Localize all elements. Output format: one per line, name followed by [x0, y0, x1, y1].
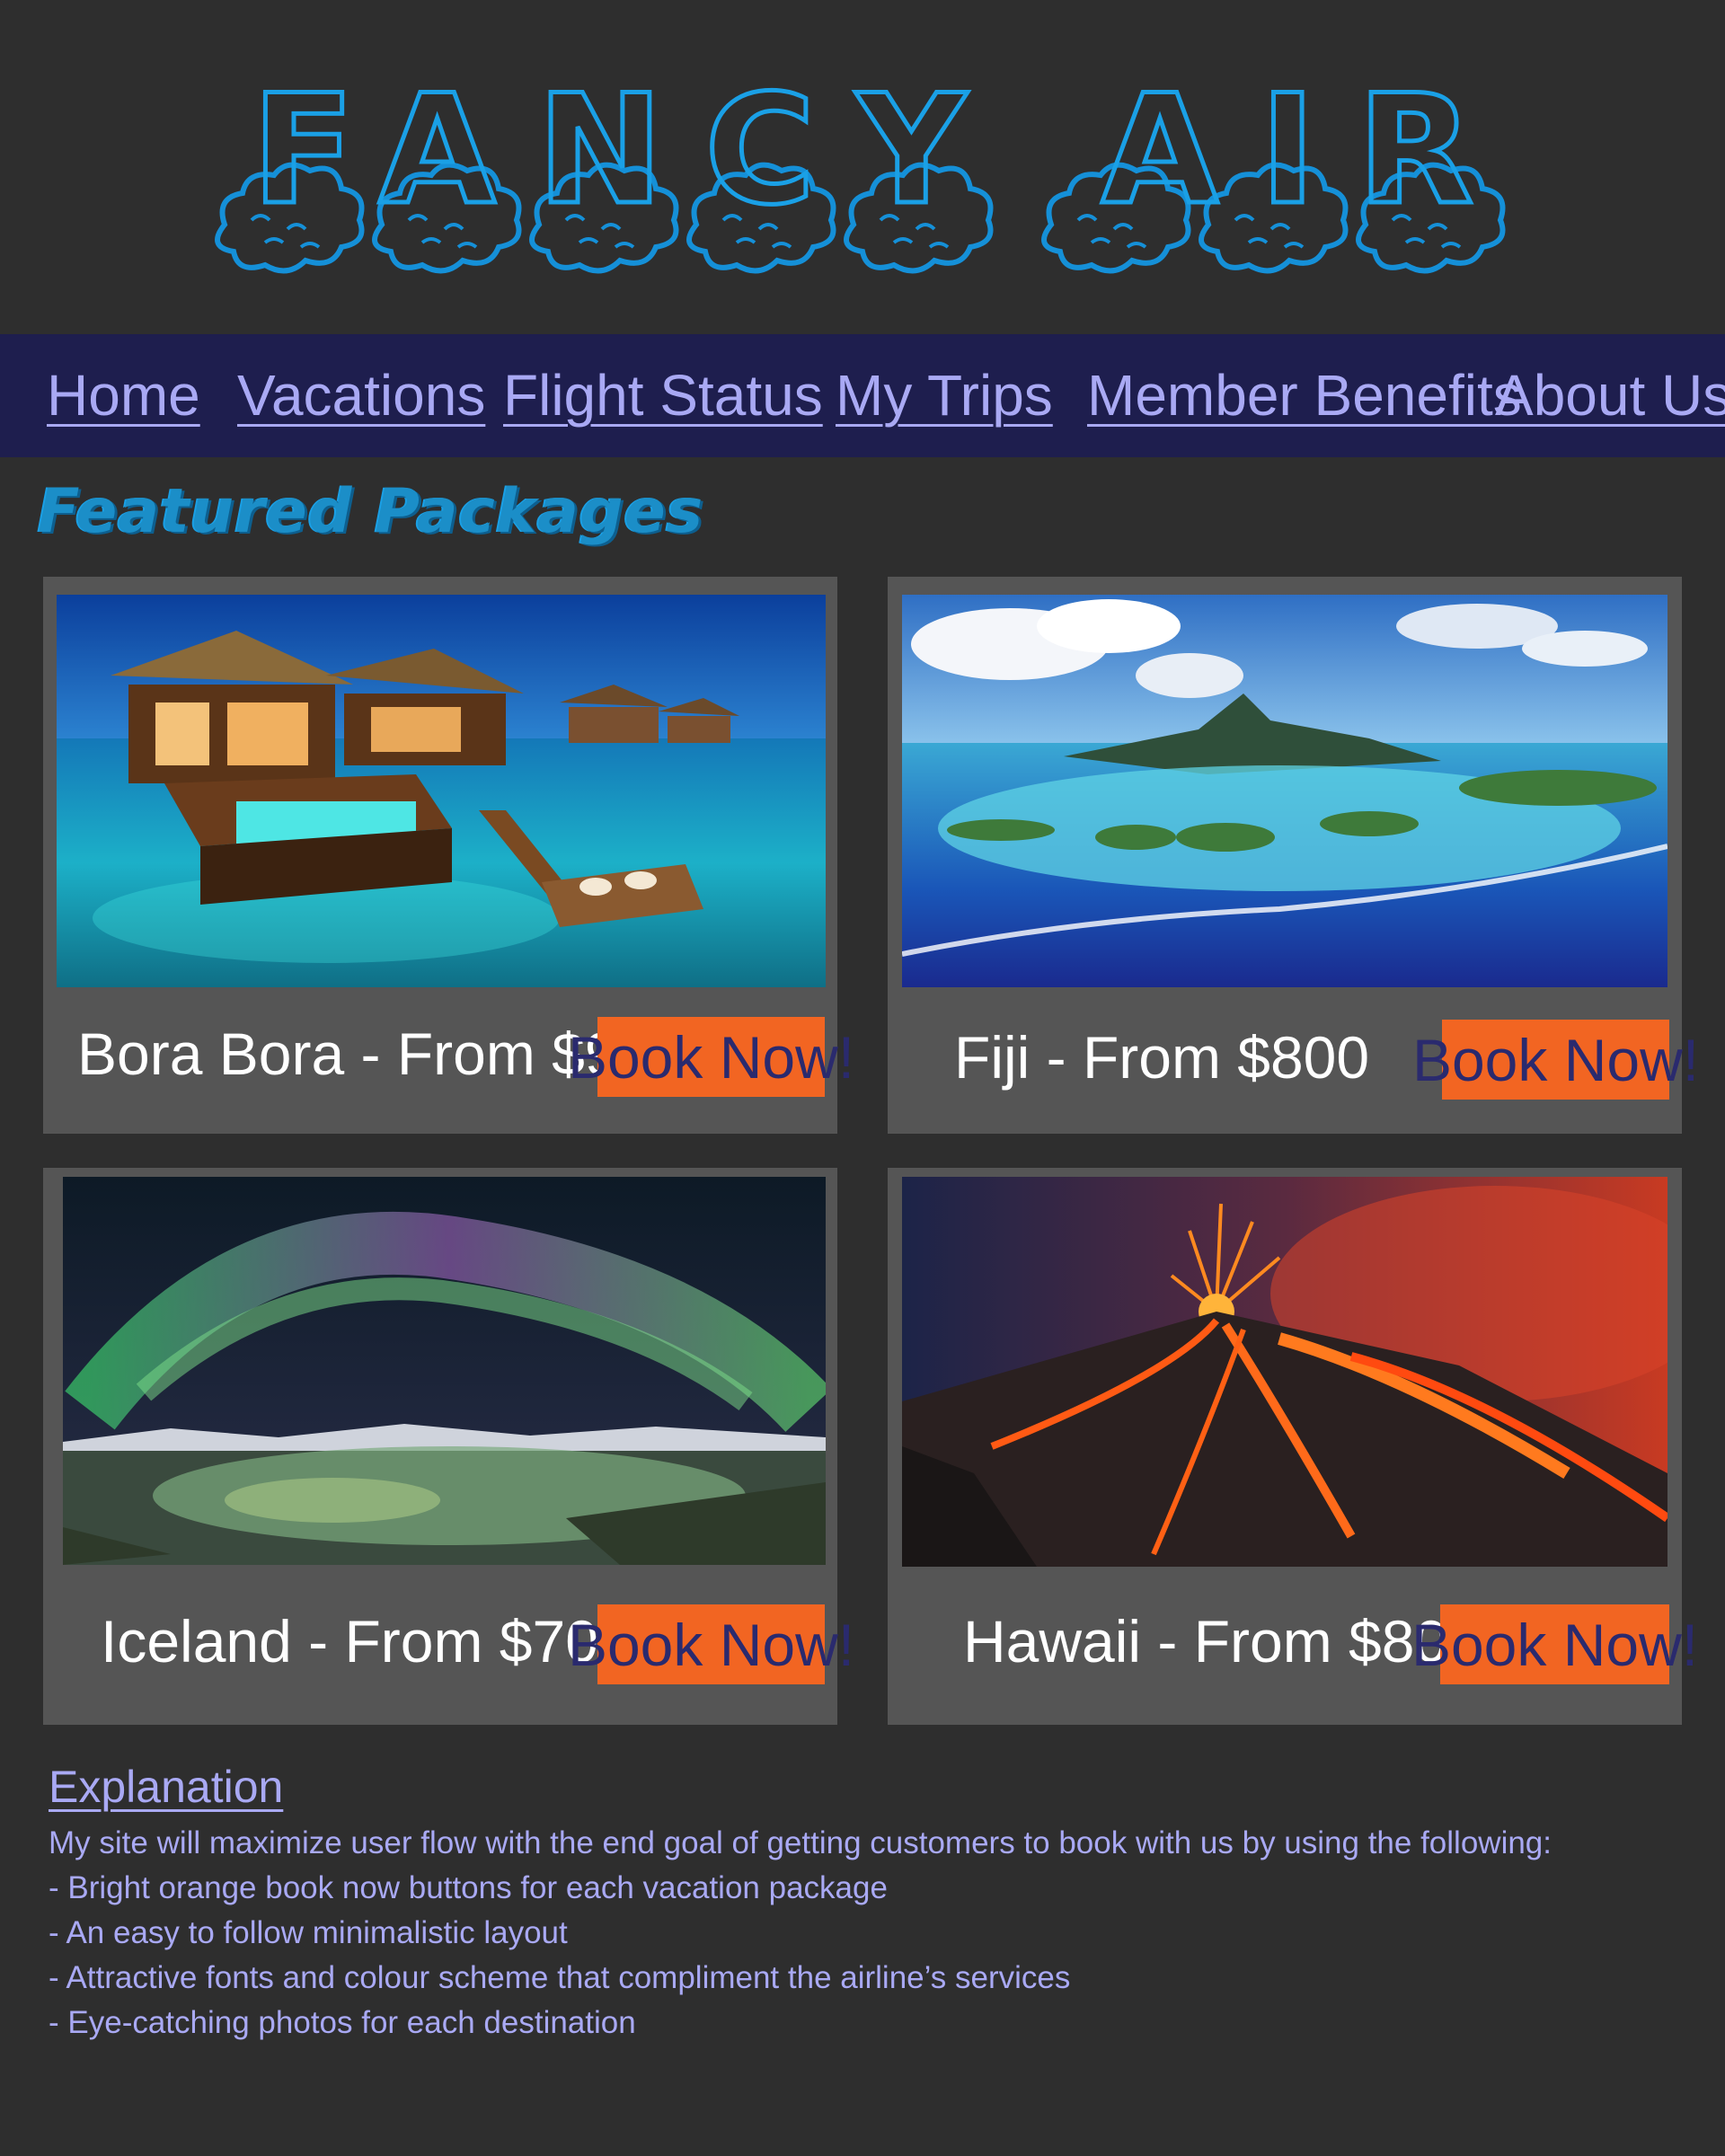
package-card-hawaii: Hawaii - From $800 Book Now!	[888, 1168, 1698, 1725]
logo-text: FANCY AIR	[252, 62, 1473, 238]
package-title: Hawaii - From $800	[963, 1608, 1481, 1674]
explanation-section: Explanation My site will maximize user f…	[49, 1763, 1666, 2046]
package-card-iceland: Iceland - From $700 Book Now!	[43, 1168, 854, 1725]
package-title: Iceland - From $700	[101, 1608, 632, 1674]
island-lagoon-photo	[902, 595, 1668, 987]
package-card-bora-bora: Bora Bora - From $900 Book Now!	[43, 577, 854, 1134]
package-card-fiji: Fiji - From $800 Book Now!	[888, 577, 1699, 1134]
book-now-button-iceland[interactable]: Book Now!	[568, 1604, 854, 1684]
book-now-button-fiji[interactable]: Book Now!	[1412, 1020, 1699, 1100]
explanation-intro: My site will maximize user flow with the…	[49, 1825, 1552, 1860]
explanation-bullet: - Eye-catching photos for each destinati…	[49, 2005, 636, 2040]
volcano-lava-photo	[902, 1177, 1668, 1567]
nav-vacations-link[interactable]: Vacations	[237, 352, 485, 424]
fancy-air-logo: FANCY AIR	[215, 60, 1506, 274]
explanation-heading: Explanation	[49, 1762, 284, 1812]
nav-my-trips-link[interactable]: My Trips	[836, 352, 1053, 424]
aurora-lake-photo	[63, 1177, 826, 1565]
book-now-button-hawaii[interactable]: Book Now!	[1411, 1604, 1698, 1684]
package-title: Fiji - From $800	[954, 1024, 1370, 1091]
explanation-bullet: - Attractive fonts and colour scheme tha…	[49, 1960, 1071, 1995]
explanation-bullet: - Bright orange book now buttons for eac…	[49, 1870, 888, 1905]
nav-about-us-link[interactable]: About Us	[1495, 352, 1725, 424]
book-now-button-bora-bora[interactable]: Book Now!	[568, 1017, 854, 1097]
nav-member-benefits-link[interactable]: Member Benefits	[1087, 352, 1522, 424]
main-navigation: Home Vacations Flight Status My Trips Me…	[0, 334, 1725, 457]
nav-home-link[interactable]: Home	[47, 352, 200, 424]
nav-flight-status-link[interactable]: Flight Status	[503, 352, 823, 424]
overwater-bungalows-photo	[57, 595, 826, 987]
explanation-bullet: - An easy to follow minimalistic layout	[49, 1915, 568, 1950]
featured-packages-heading: Featured Packages	[38, 476, 704, 547]
